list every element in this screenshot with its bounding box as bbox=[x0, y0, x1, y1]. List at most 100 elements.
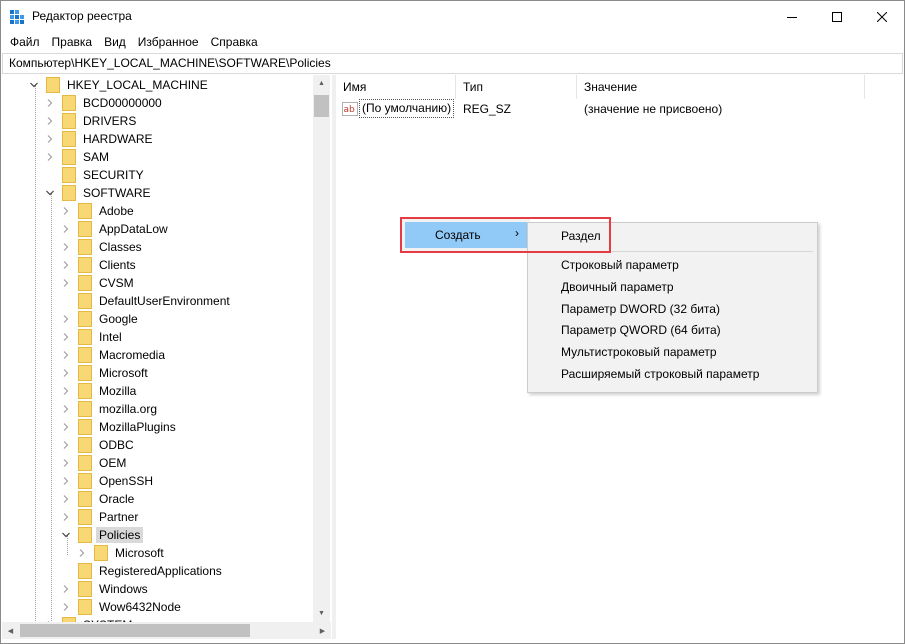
chevron-right-icon[interactable] bbox=[60, 598, 72, 616]
tree-item[interactable]: AppDataLow bbox=[60, 220, 171, 238]
tree-scroll-thumb[interactable] bbox=[314, 95, 329, 117]
tree-item[interactable]: DRIVERS bbox=[44, 112, 139, 130]
tree-hscroll-thumb[interactable] bbox=[20, 624, 250, 637]
tree-item[interactable]: OpenSSH bbox=[60, 472, 156, 490]
menu-file[interactable]: Файл bbox=[4, 32, 46, 53]
chevron-right-icon[interactable] bbox=[60, 490, 72, 508]
chevron-right-icon[interactable] bbox=[60, 364, 72, 382]
tree-item[interactable]: SAM bbox=[44, 148, 112, 166]
menu-favorites[interactable]: Избранное bbox=[132, 32, 205, 53]
folder-icon bbox=[78, 401, 92, 417]
close-button[interactable] bbox=[859, 1, 904, 32]
tree-horizontal-scrollbar[interactable]: ◀ ▶ bbox=[2, 622, 331, 639]
column-header-value[interactable]: Значение bbox=[577, 75, 865, 99]
tree-item[interactable]: SECURITY bbox=[44, 166, 147, 184]
chevron-down-icon[interactable] bbox=[44, 184, 56, 202]
chevron-right-icon[interactable] bbox=[60, 202, 72, 220]
scroll-up-arrow-icon[interactable]: ▲ bbox=[313, 75, 330, 92]
tree-item[interactable]: HKEY_LOCAL_MACHINE bbox=[28, 76, 211, 94]
tree-item-label: OEM bbox=[99, 456, 127, 470]
scroll-left-arrow-icon[interactable]: ◀ bbox=[2, 622, 19, 639]
submenu-item-qword-value[interactable]: Параметр QWORD (64 бита) bbox=[561, 323, 721, 337]
chevron-right-icon[interactable] bbox=[44, 130, 56, 148]
tree-item[interactable]: Microsoft bbox=[60, 364, 151, 382]
chevron-right-icon[interactable] bbox=[60, 310, 72, 328]
chevron-right-icon[interactable] bbox=[60, 346, 72, 364]
tree-item[interactable]: Adobe bbox=[60, 202, 137, 220]
column-header-type[interactable]: Тип bbox=[456, 75, 577, 99]
menu-view[interactable]: Вид bbox=[98, 32, 132, 53]
chevron-right-icon[interactable] bbox=[60, 238, 72, 256]
chevron-right-icon[interactable] bbox=[44, 94, 56, 112]
scroll-right-arrow-icon[interactable]: ▶ bbox=[314, 622, 331, 639]
tree-vertical-scrollbar[interactable]: ▲ ▼ bbox=[313, 75, 330, 622]
column-header-name[interactable]: Имя bbox=[336, 75, 456, 99]
submenu-item-binary-value[interactable]: Двоичный параметр bbox=[561, 280, 674, 294]
tree-item[interactable]: Google bbox=[60, 310, 141, 328]
tree-item[interactable]: Classes bbox=[60, 238, 145, 256]
folder-icon bbox=[78, 563, 92, 579]
chevron-right-icon[interactable] bbox=[60, 220, 72, 238]
tree-item[interactable]: BCD00000000 bbox=[44, 94, 165, 112]
title-bar[interactable]: Редактор реестра bbox=[1, 1, 904, 32]
chevron-right-icon[interactable] bbox=[60, 472, 72, 490]
tree-item[interactable]: Microsoft bbox=[76, 544, 167, 562]
tree-item[interactable]: SOFTWARE bbox=[44, 184, 154, 202]
tree-item[interactable]: Windows bbox=[60, 580, 151, 598]
menu-edit[interactable]: Правка bbox=[46, 32, 99, 53]
minimize-button[interactable] bbox=[769, 1, 814, 32]
minimize-icon bbox=[786, 16, 797, 18]
tree-item[interactable]: Partner bbox=[60, 508, 141, 526]
tree-item[interactable]: MozillaPlugins bbox=[60, 418, 179, 436]
tree-item[interactable]: mozilla.org bbox=[60, 400, 160, 418]
tree-item[interactable]: Policies bbox=[60, 526, 144, 544]
folder-icon bbox=[78, 473, 92, 489]
tree-item-label: Mozilla bbox=[99, 384, 137, 398]
folder-icon bbox=[46, 77, 60, 93]
tree-item[interactable]: HARDWARE bbox=[44, 130, 156, 148]
tree-item[interactable]: RegisteredApplications bbox=[60, 562, 225, 580]
chevron-right-icon[interactable] bbox=[44, 112, 56, 130]
submenu-item-string-value[interactable]: Строковый параметр bbox=[561, 258, 679, 272]
submenu-item-key[interactable]: Раздел bbox=[561, 229, 601, 243]
scroll-down-arrow-icon[interactable]: ▼ bbox=[313, 605, 330, 622]
tree-item[interactable]: Oracle bbox=[60, 490, 137, 508]
tree-item-label: SAM bbox=[83, 150, 110, 164]
tree-item[interactable]: CVSM bbox=[60, 274, 137, 292]
chevron-right-icon[interactable] bbox=[60, 382, 72, 400]
chevron-right-icon[interactable] bbox=[76, 544, 88, 562]
chevron-right-icon[interactable] bbox=[60, 328, 72, 346]
context-menu-create[interactable]: Создать › bbox=[405, 222, 527, 248]
chevron-right-icon[interactable] bbox=[60, 436, 72, 454]
address-bar[interactable]: Компьютер\HKEY_LOCAL_MACHINE\SOFTWARE\Po… bbox=[2, 53, 903, 74]
chevron-down-icon[interactable] bbox=[28, 76, 40, 94]
value-type: REG_SZ bbox=[463, 102, 512, 116]
tree-item[interactable]: OEM bbox=[60, 454, 129, 472]
chevron-right-icon[interactable] bbox=[60, 580, 72, 598]
maximize-button[interactable] bbox=[814, 1, 859, 32]
chevron-right-icon[interactable] bbox=[60, 256, 72, 274]
chevron-right-icon[interactable] bbox=[44, 148, 56, 166]
submenu-item-dword-value[interactable]: Параметр DWORD (32 бита) bbox=[561, 302, 720, 316]
submenu-item-multistring-value[interactable]: Мультистроковый параметр bbox=[561, 345, 717, 359]
chevron-right-icon[interactable] bbox=[60, 508, 72, 526]
chevron-right-icon[interactable] bbox=[60, 454, 72, 472]
tree-item[interactable]: ODBC bbox=[60, 436, 137, 454]
chevron-right-icon[interactable] bbox=[60, 274, 72, 292]
tree-item-label: RegisteredApplications bbox=[99, 564, 222, 578]
tree-item[interactable]: Clients bbox=[60, 256, 139, 274]
tree-guide-line bbox=[35, 85, 36, 622]
submenu-item-expandable-string-value[interactable]: Расширяемый строковый параметр bbox=[561, 367, 759, 381]
tree-item[interactable]: DefaultUserEnvironment bbox=[60, 292, 233, 310]
tree-item[interactable]: Macromedia bbox=[60, 346, 168, 364]
folder-icon bbox=[78, 437, 92, 453]
chevron-down-icon[interactable] bbox=[60, 526, 72, 544]
chevron-right-icon[interactable] bbox=[60, 418, 72, 436]
tree-item[interactable]: Mozilla bbox=[60, 382, 139, 400]
chevron-right-icon[interactable] bbox=[60, 400, 72, 418]
tree-pane[interactable]: HKEY_LOCAL_MACHINE BCD00000000 DRIVERS HARD… bbox=[2, 75, 331, 622]
tree-item[interactable]: Intel bbox=[60, 328, 125, 346]
tree-item[interactable]: Wow6432Node bbox=[60, 598, 184, 616]
menu-help[interactable]: Справка bbox=[205, 32, 264, 53]
